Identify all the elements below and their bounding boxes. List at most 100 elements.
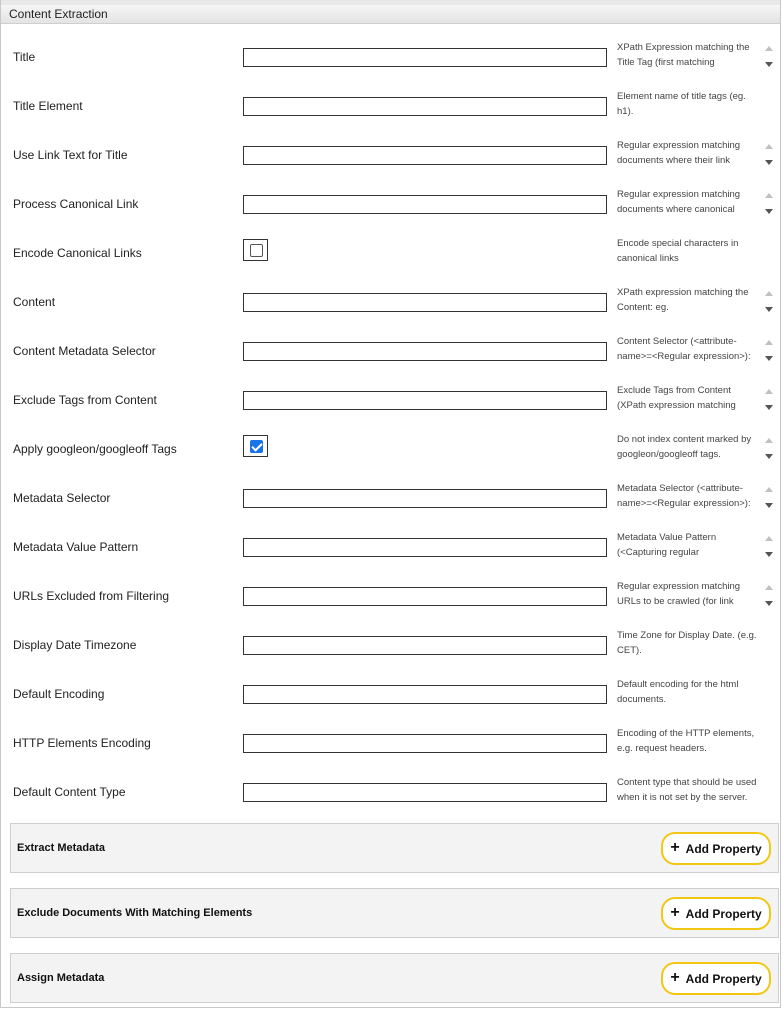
help-text-box: Content Selector (<attribute-name>=<Regu… <box>613 334 763 366</box>
field-label: Title <box>13 50 36 64</box>
help-text-box: Do not index content marked by googleon/… <box>613 432 763 464</box>
help-scrollbar[interactable] <box>763 187 777 219</box>
encode-canonical-links-checkbox[interactable] <box>250 244 263 257</box>
scroll-down-icon[interactable] <box>765 601 773 606</box>
default-encoding-input[interactable] <box>243 685 607 704</box>
scroll-up-icon[interactable] <box>765 193 773 198</box>
scroll-down-icon[interactable] <box>765 307 773 312</box>
scroll-up-icon[interactable] <box>765 340 773 345</box>
section-assign-metadata: Assign Metadata + Add Property <box>10 953 779 1003</box>
add-property-button[interactable]: + Add Property <box>661 897 771 930</box>
content-metadata-selector-input[interactable] <box>243 342 607 361</box>
help-text: Content Selector (<attribute-name>=<Regu… <box>617 336 751 362</box>
http-elements-encoding-input[interactable] <box>243 734 607 753</box>
section-exclude-documents-with-matching-elements: Exclude Documents With Matching Elements… <box>10 888 779 938</box>
add-property-label: Add Property <box>685 971 762 986</box>
field-label: Default Encoding <box>13 687 105 701</box>
field-label: Exclude Tags from Content <box>13 393 157 407</box>
urls-excluded-from-filtering-input[interactable] <box>243 587 607 606</box>
help-text-box: Regular expression matching documents wh… <box>613 138 763 170</box>
help-text: Regular expression matching URLs to be c… <box>617 581 741 607</box>
scroll-down-icon[interactable] <box>765 454 773 459</box>
help-text: Regular expression matching documents wh… <box>617 140 741 166</box>
scroll-down-icon[interactable] <box>765 160 773 165</box>
metadata-selector-input[interactable] <box>243 489 607 508</box>
scroll-down-icon[interactable] <box>765 209 773 214</box>
scroll-up-icon[interactable] <box>765 46 773 51</box>
scroll-down-icon[interactable] <box>765 552 773 557</box>
help-scrollbar[interactable] <box>763 40 777 72</box>
use-link-text-for-title-input[interactable] <box>243 146 607 165</box>
help-text-box: Regular expression matching URLs to be c… <box>613 579 763 611</box>
scroll-down-icon[interactable] <box>765 62 773 67</box>
help-text: Encode special characters in canonical l… <box>617 238 739 264</box>
field-label: Content Metadata Selector <box>13 344 156 358</box>
encode-canonical-links-checkbox-frame <box>243 239 268 261</box>
help-text-box: XPath Expression matching the Title Tag … <box>613 40 763 72</box>
field-label: Title Element <box>13 99 83 113</box>
section-title: Exclude Documents With Matching Elements <box>17 907 253 919</box>
help-text: Do not index content marked by googleon/… <box>617 434 752 460</box>
scroll-up-icon[interactable] <box>765 438 773 443</box>
help-text: Default encoding for the html documents. <box>617 679 739 705</box>
add-property-button[interactable]: + Add Property <box>661 962 771 995</box>
apply-googleon-googleoff-tags-checkbox[interactable] <box>250 440 263 453</box>
display-date-timezone-input[interactable] <box>243 636 607 655</box>
content-extraction-panel: Content Extraction Title XPath Expression… <box>0 0 781 1008</box>
help-scrollbar[interactable] <box>763 481 777 513</box>
help-text: Encoding of the HTTP elements, e.g. requ… <box>617 728 755 754</box>
help-text-box: Metadata Value Pattern (<Capturing regul… <box>613 530 763 562</box>
help-text: Exclude Tags from Content (XPath express… <box>617 385 736 411</box>
plus-icon: + <box>670 968 680 986</box>
scroll-up-icon[interactable] <box>765 389 773 394</box>
help-text-box: Time Zone for Display Date. (e.g. CET). <box>613 628 763 660</box>
process-canonical-link-input[interactable] <box>243 195 607 214</box>
help-text: Regular expression matching documents wh… <box>617 189 741 215</box>
help-scrollbar[interactable] <box>763 334 777 366</box>
title-element-input[interactable] <box>243 97 607 116</box>
help-scrollbar[interactable] <box>763 138 777 170</box>
add-property-button[interactable]: + Add Property <box>661 832 771 865</box>
field-label: Encode Canonical Links <box>13 246 142 260</box>
field-label: Metadata Value Pattern <box>13 540 139 554</box>
field-label: Default Content Type <box>13 785 126 799</box>
help-scrollbar[interactable] <box>763 579 777 611</box>
section-title: Assign Metadata <box>17 972 105 984</box>
content-input[interactable] <box>243 293 607 312</box>
field-label: Content <box>13 295 56 309</box>
help-text-box: Default encoding for the html documents. <box>613 677 763 709</box>
scroll-down-icon[interactable] <box>765 356 773 361</box>
title-input[interactable] <box>243 48 607 67</box>
scroll-up-icon[interactable] <box>765 144 773 149</box>
help-text-box: XPath expression matching the Content: e… <box>613 285 763 317</box>
field-label: Process Canonical Link <box>13 197 139 211</box>
help-scrollbar[interactable] <box>763 432 777 464</box>
scroll-up-icon[interactable] <box>765 291 773 296</box>
field-label: Apply googleon/googleoff Tags <box>13 442 177 456</box>
help-text-box: Content type that should be used when it… <box>613 775 763 807</box>
plus-icon: + <box>670 838 680 856</box>
help-text: Time Zone for Display Date. (e.g. CET). <box>617 630 757 656</box>
field-label: Metadata Selector <box>13 491 111 505</box>
field-label: HTTP Elements Encoding <box>13 736 151 750</box>
help-text: Metadata Value Pattern (<Capturing regul… <box>617 532 717 558</box>
section-title: Extract Metadata <box>17 842 106 854</box>
field-label: Display Date Timezone <box>13 638 137 652</box>
help-scrollbar[interactable] <box>763 285 777 317</box>
scroll-up-icon[interactable] <box>765 487 773 492</box>
help-text: XPath expression matching the Content: e… <box>617 287 749 313</box>
add-property-label: Add Property <box>685 841 762 856</box>
scroll-down-icon[interactable] <box>765 405 773 410</box>
help-text: Content type that should be used when it… <box>617 777 757 803</box>
help-text-box: Encoding of the HTTP elements, e.g. requ… <box>613 726 763 758</box>
help-scrollbar[interactable] <box>763 383 777 415</box>
scroll-down-icon[interactable] <box>765 503 773 508</box>
exclude-tags-from-content-input[interactable] <box>243 391 607 410</box>
help-text: XPath Expression matching the Title Tag … <box>617 42 750 68</box>
help-scrollbar[interactable] <box>763 530 777 562</box>
default-content-type-input[interactable] <box>243 783 607 802</box>
panel-title: Content Extraction <box>1 0 780 24</box>
metadata-value-pattern-input[interactable] <box>243 538 607 557</box>
scroll-up-icon[interactable] <box>765 536 773 541</box>
scroll-up-icon[interactable] <box>765 585 773 590</box>
